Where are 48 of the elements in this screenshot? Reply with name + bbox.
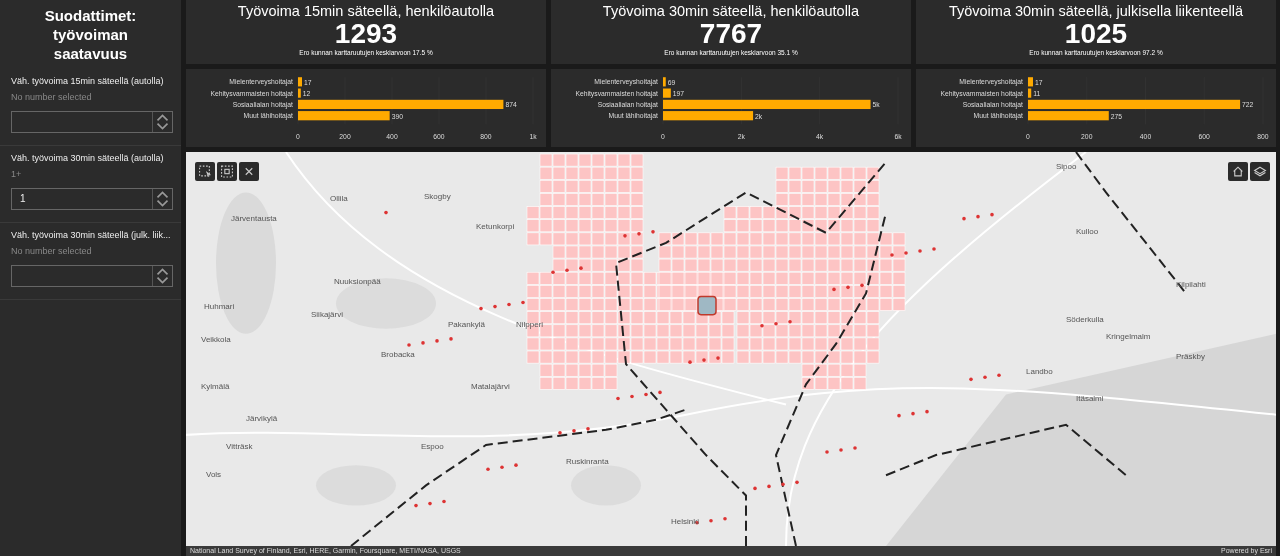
place-label: Söderkulla: [1066, 315, 1104, 325]
place-label: Kylmälä: [201, 382, 230, 392]
place-label: Ollila: [330, 194, 348, 204]
place-label: Ketunkorpi: [476, 222, 515, 232]
filter-summary: No number selected: [11, 92, 93, 102]
place-label: Skogby: [424, 192, 451, 202]
filter-label: Väh. työvoima 15min säteellä (autolla): [11, 75, 165, 88]
place-label: Sipoo: [1056, 162, 1077, 172]
place-label: Helsinki: [671, 517, 699, 527]
close-icon[interactable]: [239, 162, 259, 181]
indicator-value: 7767: [699, 19, 763, 49]
place-label: Pakankylä: [448, 320, 485, 330]
number-input-field[interactable]: 1: [11, 188, 173, 210]
filter-label: Väh. työvoima 30min säteellä (autolla): [11, 152, 165, 165]
place-label: Landbo: [1026, 367, 1053, 377]
place-label: Nilpperi: [516, 320, 544, 330]
place-label: Itäsalmi: [1076, 394, 1104, 404]
place-label: Ruskinranta: [566, 457, 609, 467]
place-label: Järvikylä: [246, 414, 278, 424]
indicator-title: Työvoima 15min säteellä, henkilöautolla: [237, 3, 495, 19]
place-label: Vols: [206, 470, 222, 480]
indicator-title: Työvoima 30min säteellä, julkisella liikenteellä: [948, 3, 1244, 19]
layers-icon[interactable]: [1250, 162, 1270, 181]
indicator-value: 1293: [334, 19, 398, 49]
panel-title: Suodattimet: työvoiman saatavuus: [43, 6, 138, 63]
place-label: Präskby: [1176, 352, 1205, 362]
select-icon[interactable]: [195, 162, 215, 181]
place-label: Brobacka: [381, 350, 415, 360]
number-input-field[interactable]: [11, 111, 173, 133]
place-label: Kulloo: [1076, 227, 1099, 237]
number-input-field[interactable]: [11, 265, 173, 287]
place-label: Vitträsk: [226, 442, 253, 452]
filter-label: Väh. työvoima 30min säteellä (julk. liik...: [11, 229, 172, 242]
filter-summary: 1+: [11, 169, 23, 179]
place-label: Kilpilahti: [1176, 280, 1206, 290]
place-label: Nuuksionpää: [334, 277, 381, 287]
place-label: Siikajärvi: [311, 310, 343, 320]
place-label: Matalajärvi: [471, 382, 510, 392]
place-label: Espoo: [421, 442, 444, 452]
home-icon[interactable]: [1228, 162, 1248, 181]
place-label: Veikkola: [201, 335, 231, 345]
indicator-value: 1025: [1064, 19, 1128, 49]
filter-summary: No number selected: [11, 246, 93, 256]
indicator-title: Työvoima 30min säteellä, henkilöautolla: [602, 3, 860, 19]
place-label: Kringelmalm: [1106, 332, 1151, 342]
select-grid-icon[interactable]: [217, 162, 237, 181]
place-label: Huhmari: [204, 302, 235, 312]
place-label: Järventausta: [231, 214, 277, 224]
